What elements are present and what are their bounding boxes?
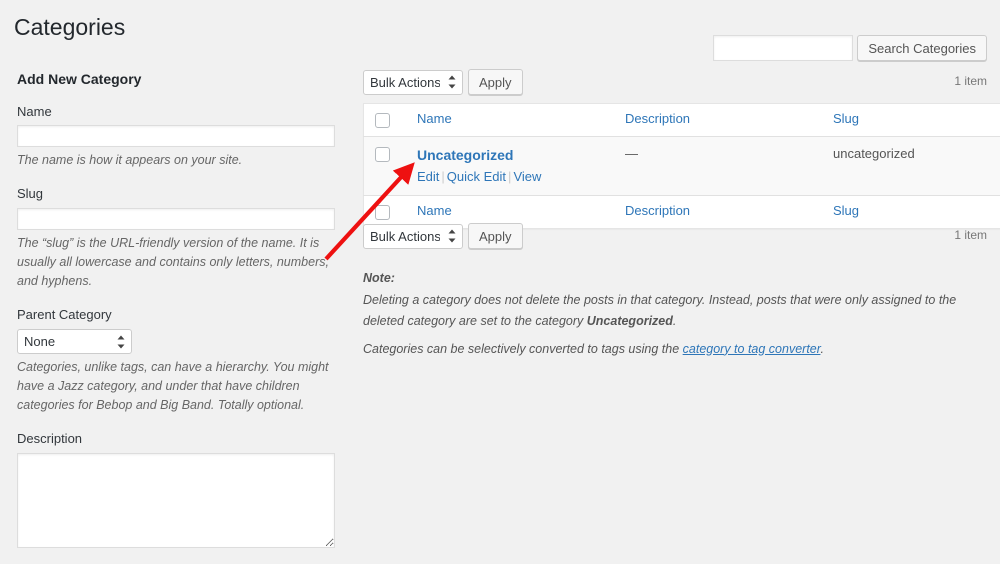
item-count-top: 1 item [954,74,987,88]
description-label: Description [17,431,337,453]
row-count-cell: 8 [985,137,1000,196]
parent-category-select[interactable]: None [17,329,132,354]
note-label: Note: [363,271,395,285]
note-p2-after: . [820,342,823,356]
add-new-category-form: Add New Category Name The name is how it… [17,70,337,564]
note-paragraph-1: Deleting a category does not delete the … [363,290,963,331]
bulk-actions-bottom: Bulk Actions Apply [363,223,523,249]
categories-table: Name Description Slug Count Uncategorize… [363,103,1000,229]
column-header-description[interactable]: Description [615,104,823,137]
apply-button-bottom[interactable]: Apply [468,223,523,249]
tablenav-bottom: Bulk Actions Apply 1 item [363,223,987,253]
row-slug-cell: uncategorized [823,137,985,196]
slug-label: Slug [17,186,337,208]
slug-help-text: The “slug” is the URL-friendly version o… [17,234,337,291]
search-categories-button[interactable]: Search Categories [857,35,987,61]
apply-button-top[interactable]: Apply [468,69,523,95]
item-count-bottom: 1 item [954,228,987,242]
parent-category-select-wrapper: None [17,329,132,354]
row-name-cell: Uncategorized Edit|Quick Edit|View [407,137,615,196]
note-p1-after: . [673,314,676,328]
field-name: Name The name is how it appears on your … [17,104,337,171]
bulk-actions-top: Bulk Actions Apply [363,69,523,95]
page-title: Categories [14,4,125,46]
row-action-view[interactable]: View [513,169,541,184]
add-new-category-heading: Add New Category [17,70,337,90]
select-all-checkbox[interactable] [375,113,390,128]
category-to-tag-converter-link[interactable]: category to tag converter [683,342,821,356]
row-description-cell: — [615,137,823,196]
note-p1-strong: Uncategorized [587,314,673,328]
select-all-header [364,104,408,137]
row-action-edit[interactable]: Edit [417,169,439,184]
row-action-quick-edit[interactable]: Quick Edit [447,169,506,184]
parent-category-help-text: Categories, unlike tags, can have a hier… [17,358,337,415]
column-footer-count[interactable]: Count [985,196,1000,229]
table-row: Uncategorized Edit|Quick Edit|View — unc… [364,137,1000,196]
row-actions: Edit|Quick Edit|View [417,165,605,187]
table-header-row: Name Description Slug Count [364,104,1000,137]
column-header-slug[interactable]: Slug [823,104,985,137]
slug-input[interactable] [17,208,335,230]
note-label-line: Note: [363,268,963,288]
parent-category-label: Parent Category [17,307,337,329]
row-checkbox-cell [364,137,408,196]
name-input[interactable] [17,125,335,147]
name-help-text: The name is how it appears on your site. [17,151,337,170]
bulk-action-select-top[interactable]: Bulk Actions [363,70,463,95]
bulk-action-select-wrapper-top: Bulk Actions [363,70,463,95]
bulk-action-select-wrapper-bottom: Bulk Actions [363,224,463,249]
category-name-link[interactable]: Uncategorized [417,146,513,165]
description-textarea[interactable] [17,453,335,548]
select-all-checkbox-footer[interactable] [375,205,390,220]
tablenav-top: Bulk Actions Apply 1 item [363,69,987,99]
note-p2-before: Categories can be selectively converted … [363,342,683,356]
note-paragraph-2: Categories can be selectively converted … [363,339,963,359]
search-input[interactable] [713,35,853,61]
field-slug: Slug The “slug” is the URL-friendly vers… [17,186,337,291]
table-body: Uncategorized Edit|Quick Edit|View — unc… [364,137,1000,196]
bulk-action-select-bottom[interactable]: Bulk Actions [363,224,463,249]
row-action-separator-1: | [439,169,446,184]
search-box: Search Categories [713,35,987,61]
field-parent-category: Parent Category None Categories, unlike … [17,307,337,415]
row-select-checkbox[interactable] [375,147,390,162]
column-header-count[interactable]: Count [985,104,1000,137]
field-description: Description [17,431,337,551]
name-label: Name [17,104,337,126]
column-header-name[interactable]: Name [407,104,615,137]
table-head: Name Description Slug Count [364,104,1000,137]
note-block: Note: Deleting a category does not delet… [363,268,963,367]
